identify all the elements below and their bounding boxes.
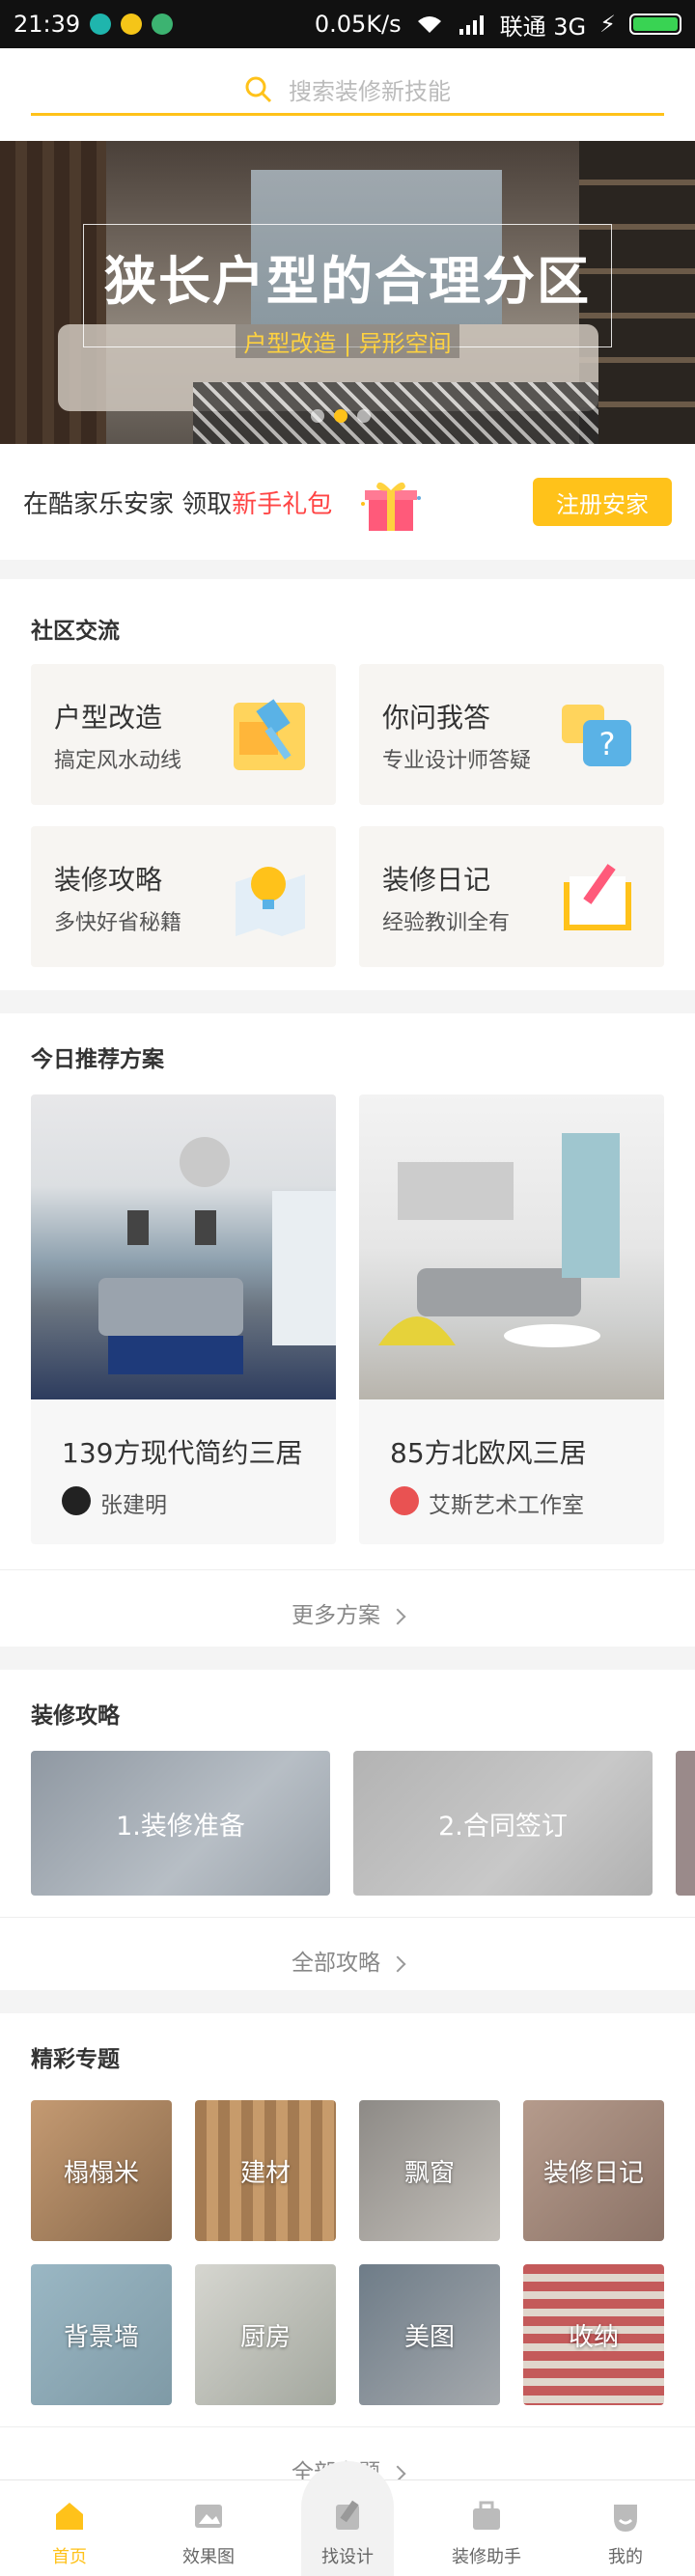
recommend-card[interactable]: 139方现代简约三居 张建明 xyxy=(31,1094,336,1544)
svg-text:?: ? xyxy=(599,726,616,762)
status-bar: 21:39 0.05K/s 联通 3G ⚡ xyxy=(0,0,695,48)
card-qa[interactable]: 你问我答 专业设计师答疑 ? xyxy=(359,664,664,805)
avatar xyxy=(62,1486,91,1515)
guide-card-partial[interactable] xyxy=(676,1751,695,1896)
smile-face-icon xyxy=(614,2505,637,2532)
card-subtitle: 专业设计师答疑 xyxy=(382,749,532,773)
search-icon xyxy=(245,76,272,102)
question-bubble-icon: ? xyxy=(562,705,631,766)
author-name: 艾斯艺术工作室 xyxy=(429,1493,584,1518)
recommend-card[interactable]: 85方北欧风三居 艾斯艺术工作室 xyxy=(359,1094,664,1544)
more-plans-link[interactable]: 更多方案 xyxy=(0,1596,695,1629)
card-diary[interactable]: 装修日记 经验教训全有 xyxy=(359,826,664,967)
signal-icon xyxy=(459,15,484,35)
topic-tile[interactable]: 厨房 xyxy=(195,2264,336,2405)
bottom-navigation: 首页 效果图 找设计 装修助手 我的 xyxy=(0,2461,695,2576)
nav-assistant[interactable]: 装修助手 xyxy=(417,2480,556,2576)
image-icon xyxy=(195,2505,222,2528)
section-title: 今日推荐方案 xyxy=(31,1047,164,1072)
guides-section: 装修攻略 1.装修准备 2.合同签订 全部攻略 xyxy=(0,1670,695,1990)
lightbulb-map-icon xyxy=(236,867,305,936)
hero-banner[interactable]: 狭长户型的合理分区 户型改造 | 异形空间 xyxy=(0,141,695,444)
recommend-image xyxy=(31,1094,336,1399)
network-speed: 0.05K/s xyxy=(314,11,402,38)
notification-app-icon xyxy=(121,14,143,35)
guide-card[interactable]: 1.装修准备 xyxy=(31,1751,330,1896)
nav-find-design[interactable]: 找设计 xyxy=(278,2480,417,2576)
promo-text: 在酷家乐安家 领取新手礼包 xyxy=(23,489,333,519)
diary-pen-icon xyxy=(564,864,631,930)
card-guide[interactable]: 装修攻略 多快好省秘籍 xyxy=(31,826,336,967)
section-title: 社区交流 xyxy=(31,619,120,644)
nav-renderings[interactable]: 效果图 xyxy=(139,2480,278,2576)
chevron-right-icon xyxy=(389,1955,406,1972)
topic-tile[interactable]: 背景墙 xyxy=(31,2264,172,2405)
card-subtitle: 搞定风水动线 xyxy=(54,749,182,773)
recommend-section: 今日推荐方案 139方现代简约三居 张建明 85方北欧风三居 艾斯艺术工作室 更… xyxy=(0,1013,695,1647)
register-button[interactable]: 注册安家 xyxy=(533,478,672,526)
nav-profile[interactable]: 我的 xyxy=(556,2480,695,2576)
hammer-icon xyxy=(234,699,305,770)
all-guides-link[interactable]: 全部攻略 xyxy=(0,1944,695,1977)
topic-tile[interactable]: 榻榻米 xyxy=(31,2100,172,2241)
battery-icon xyxy=(629,14,681,35)
carrier-label: 联通 3G xyxy=(499,13,587,41)
chevron-right-icon xyxy=(389,1608,406,1624)
topic-tile[interactable]: 建材 xyxy=(195,2100,336,2241)
briefcase-icon xyxy=(473,2501,500,2530)
topic-tile[interactable]: 收纳 xyxy=(523,2264,664,2405)
community-section: 社区交流 户型改造 搞定风水动线 你问我答 专业设计师答疑 ? 装修攻略 多快好… xyxy=(0,579,695,990)
search-placeholder: 搜索装修新技能 xyxy=(289,78,451,105)
pen-edit-icon xyxy=(336,2500,359,2530)
topic-tile[interactable]: 飘窗 xyxy=(359,2100,500,2241)
app-screen: 21:39 0.05K/s 联通 3G ⚡ 搜索装修新技能 狭长户型的合理分区 xyxy=(0,0,695,2576)
notification-app-icon xyxy=(152,14,174,35)
avatar xyxy=(390,1486,419,1515)
carousel-indicator[interactable] xyxy=(311,409,371,423)
notification-app-icon xyxy=(90,14,112,35)
charging-icon: ⚡ xyxy=(599,11,616,38)
section-title: 精彩专题 xyxy=(31,2047,120,2072)
banner-subtitle: 户型改造 | 异形空间 xyxy=(236,324,459,358)
card-title: 户型改造 xyxy=(54,702,163,734)
status-time: 21:39 xyxy=(14,11,81,38)
recommend-title: 139方现代简约三居 xyxy=(62,1437,303,1469)
card-title: 装修日记 xyxy=(382,864,491,896)
search-input[interactable]: 搜索装修新技能 xyxy=(31,66,664,116)
wifi-icon xyxy=(417,16,441,33)
card-layout-renovation[interactable]: 户型改造 搞定风水动线 xyxy=(31,664,336,805)
carousel-dot[interactable] xyxy=(311,409,324,423)
carousel-dot-active[interactable] xyxy=(334,409,348,423)
recommend-image xyxy=(359,1094,664,1399)
author-name: 张建明 xyxy=(100,1493,167,1518)
search-bar: 搜索装修新技能 xyxy=(0,48,695,141)
carousel-dot[interactable] xyxy=(357,409,371,423)
nav-home[interactable]: 首页 xyxy=(0,2480,139,2576)
topic-tile[interactable]: 装修日记 xyxy=(523,2100,664,2241)
banner-title: 狭长户型的合理分区 xyxy=(104,250,591,312)
card-title: 装修攻略 xyxy=(54,864,163,896)
card-subtitle: 多快好省秘籍 xyxy=(54,911,182,935)
guide-card[interactable]: 2.合同签订 xyxy=(353,1751,653,1896)
topic-tile[interactable]: 美图 xyxy=(359,2264,500,2405)
home-icon xyxy=(56,2503,83,2530)
recommend-title: 85方北欧风三居 xyxy=(390,1437,587,1469)
card-subtitle: 经验教训全有 xyxy=(382,911,511,935)
topics-section: 精彩专题 榻榻米 建材 飘窗 装修日记 背景墙 厨房 美图 收纳 全部专题 xyxy=(0,2013,695,2485)
section-title: 装修攻略 xyxy=(31,1703,120,1729)
promo-banner: 在酷家乐安家 领取新手礼包 注册安家 xyxy=(0,444,695,560)
banner-caption: 狭长户型的合理分区 户型改造 | 异形空间 xyxy=(83,224,612,358)
card-title: 你问我答 xyxy=(382,702,491,734)
gift-icon xyxy=(361,475,422,531)
